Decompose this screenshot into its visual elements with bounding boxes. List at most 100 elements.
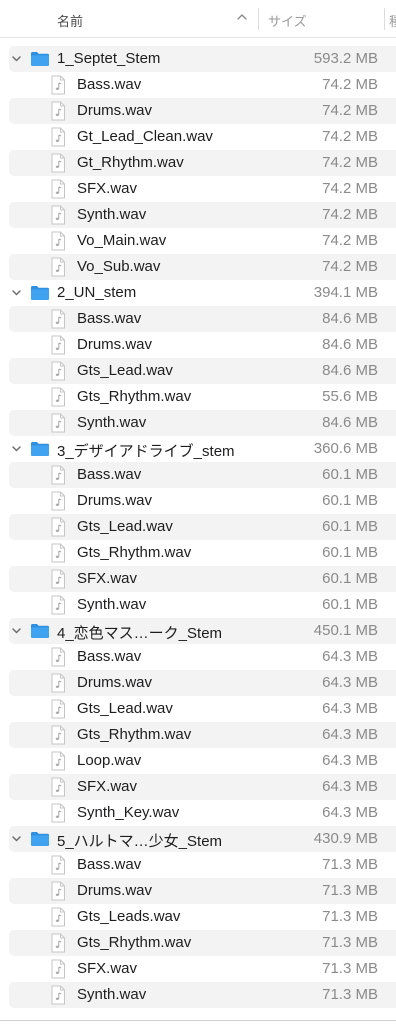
- file-size: 74.2 MB: [322, 128, 378, 145]
- file-row[interactable]: Drums.wav 84.6 MB: [0, 332, 396, 358]
- chevron-down-icon[interactable]: [11, 54, 22, 64]
- file-row[interactable]: Synth.wav 60.1 MB: [0, 592, 396, 618]
- file-name: Loop.wav: [77, 752, 142, 769]
- folder-icon: [31, 52, 49, 66]
- chevron-up-icon[interactable]: [236, 11, 248, 23]
- file-row[interactable]: Gts_Rhythm.wav 55.6 MB: [0, 384, 396, 410]
- file-name: SFX.wav: [77, 570, 138, 587]
- file-name: Gts_Lead.wav: [77, 518, 173, 535]
- column-divider[interactable]: [384, 8, 385, 30]
- file-row[interactable]: Drums.wav 71.3 MB: [0, 878, 396, 904]
- file-row[interactable]: Vo_Sub.wav 74.2 MB: [0, 254, 396, 280]
- audio-file-icon: [51, 647, 65, 667]
- folder-name: 2_UN_stem: [57, 284, 137, 301]
- file-name: Drums.wav: [77, 882, 153, 899]
- audio-file-icon: [51, 335, 65, 355]
- file-row[interactable]: Synth.wav 74.2 MB: [0, 202, 396, 228]
- file-size: 593.2 MB: [313, 50, 378, 67]
- folder-row[interactable]: 4_恋色マス…ーク_Stem 450.1 MB: [0, 618, 396, 644]
- size-column-header[interactable]: サイズ: [268, 11, 307, 30]
- file-size: 394.1 MB: [313, 284, 378, 301]
- file-size: 71.3 MB: [322, 934, 378, 951]
- chevron-down-icon[interactable]: [11, 288, 22, 298]
- audio-file-icon: [51, 491, 65, 511]
- file-size: 60.1 MB: [322, 596, 378, 613]
- audio-file-icon: [51, 959, 65, 979]
- file-row[interactable]: SFX.wav 71.3 MB: [0, 956, 396, 982]
- audio-file-icon: [51, 881, 65, 901]
- file-row[interactable]: Loop.wav 64.3 MB: [0, 748, 396, 774]
- audio-file-icon: [51, 569, 65, 589]
- file-row[interactable]: Gts_Lead.wav 60.1 MB: [0, 514, 396, 540]
- audio-file-icon: [51, 101, 65, 121]
- kind-column-header[interactable]: 種: [389, 11, 396, 30]
- file-name: Vo_Main.wav: [77, 232, 167, 249]
- chevron-down-icon[interactable]: [11, 626, 22, 636]
- file-row[interactable]: Gt_Lead_Clean.wav 74.2 MB: [0, 124, 396, 150]
- file-name: Synth.wav: [77, 206, 147, 223]
- file-row[interactable]: Gts_Lead.wav 64.3 MB: [0, 696, 396, 722]
- file-row[interactable]: Drums.wav 64.3 MB: [0, 670, 396, 696]
- file-name: Bass.wav: [77, 76, 142, 93]
- file-name: Synth.wav: [77, 986, 147, 1003]
- file-row[interactable]: Gts_Lead.wav 84.6 MB: [0, 358, 396, 384]
- folder-row[interactable]: 1_Septet_Stem 593.2 MB: [0, 46, 396, 72]
- folder-row[interactable]: 5_ハルトマ…少女_Stem 430.9 MB: [0, 826, 396, 852]
- audio-file-icon: [51, 933, 65, 953]
- folder-name: 4_恋色マス…ーク_Stem: [57, 625, 223, 642]
- file-row[interactable]: Bass.wav 84.6 MB: [0, 306, 396, 332]
- folder-row[interactable]: 2_UN_stem 394.1 MB: [0, 280, 396, 306]
- file-size: 71.3 MB: [322, 856, 378, 873]
- file-row[interactable]: Synth.wav 71.3 MB: [0, 982, 396, 1008]
- audio-file-icon: [51, 855, 65, 875]
- file-row[interactable]: Vo_Main.wav 74.2 MB: [0, 228, 396, 254]
- file-row[interactable]: Bass.wav 74.2 MB: [0, 72, 396, 98]
- file-name: Drums.wav: [77, 674, 153, 691]
- column-divider[interactable]: [258, 8, 259, 30]
- audio-file-icon: [51, 751, 65, 771]
- file-size: 360.6 MB: [313, 440, 378, 457]
- audio-file-icon: [51, 465, 65, 485]
- file-name: Gts_Rhythm.wav: [77, 388, 192, 405]
- audio-file-icon: [51, 543, 65, 563]
- chevron-down-icon[interactable]: [11, 444, 22, 454]
- folder-row[interactable]: 3_デザイアドライブ_stem 360.6 MB: [0, 436, 396, 462]
- file-name: SFX.wav: [77, 778, 138, 795]
- file-name: Gt_Lead_Clean.wav: [77, 128, 213, 145]
- audio-file-icon: [51, 673, 65, 693]
- file-size: 84.6 MB: [322, 336, 378, 353]
- file-name: Gts_Rhythm.wav: [77, 544, 192, 561]
- audio-file-icon: [51, 387, 65, 407]
- file-size: 430.9 MB: [313, 830, 378, 847]
- audio-file-icon: [51, 361, 65, 381]
- file-row[interactable]: SFX.wav 60.1 MB: [0, 566, 396, 592]
- audio-file-icon: [51, 413, 65, 433]
- file-name: Bass.wav: [77, 466, 142, 483]
- file-row[interactable]: Bass.wav 60.1 MB: [0, 462, 396, 488]
- file-row[interactable]: Drums.wav 60.1 MB: [0, 488, 396, 514]
- file-name: Synth.wav: [77, 414, 147, 431]
- file-size: 55.6 MB: [322, 388, 378, 405]
- file-name: Synth_Key.wav: [77, 804, 180, 821]
- file-row[interactable]: Synth_Key.wav 64.3 MB: [0, 800, 396, 826]
- file-row[interactable]: Gts_Rhythm.wav 71.3 MB: [0, 930, 396, 956]
- file-row[interactable]: Gt_Rhythm.wav 74.2 MB: [0, 150, 396, 176]
- file-row[interactable]: Gts_Rhythm.wav 64.3 MB: [0, 722, 396, 748]
- file-row[interactable]: SFX.wav 64.3 MB: [0, 774, 396, 800]
- file-row[interactable]: Drums.wav 74.2 MB: [0, 98, 396, 124]
- file-name: SFX.wav: [77, 960, 138, 977]
- chevron-down-icon[interactable]: [11, 834, 22, 844]
- file-row[interactable]: Bass.wav 64.3 MB: [0, 644, 396, 670]
- file-row[interactable]: Gts_Rhythm.wav 60.1 MB: [0, 540, 396, 566]
- file-name: Gts_Leads.wav: [77, 908, 181, 925]
- file-size: 64.3 MB: [322, 700, 378, 717]
- file-row[interactable]: Gts_Leads.wav 71.3 MB: [0, 904, 396, 930]
- file-row[interactable]: Synth.wav 84.6 MB: [0, 410, 396, 436]
- file-row[interactable]: Bass.wav 71.3 MB: [0, 852, 396, 878]
- name-column-header[interactable]: 名前: [57, 11, 83, 30]
- file-size: 71.3 MB: [322, 882, 378, 899]
- audio-file-icon: [51, 595, 65, 615]
- file-row[interactable]: SFX.wav 74.2 MB: [0, 176, 396, 202]
- audio-file-icon: [51, 231, 65, 251]
- file-size: 64.3 MB: [322, 778, 378, 795]
